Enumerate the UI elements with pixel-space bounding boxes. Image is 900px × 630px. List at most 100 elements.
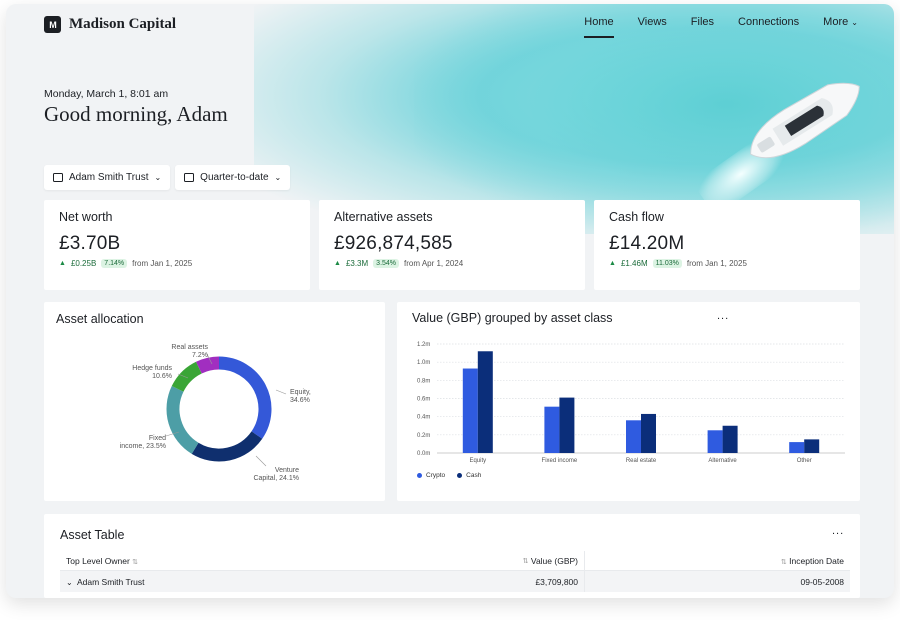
sort-icon: ⇅ xyxy=(132,558,139,566)
nav-views[interactable]: Views xyxy=(638,16,667,38)
x-tick-label: Alternative xyxy=(708,458,737,464)
briefcase-icon xyxy=(53,173,63,182)
x-tick-label: Equity xyxy=(469,458,486,464)
bar-crypto-fixed-income[interactable] xyxy=(544,406,560,453)
app-window: M Madison Capital Home Views Files Conne… xyxy=(6,4,894,598)
current-date: Monday, March 1, 8:01 am xyxy=(44,88,169,100)
bar-cash-equity[interactable] xyxy=(477,351,493,453)
legend-crypto[interactable]: Crypto xyxy=(417,472,445,479)
col-owner-header[interactable]: Top Level Owner ⇅ xyxy=(60,556,465,566)
arrow-up-icon: ▲ xyxy=(609,260,616,267)
label-venture-2: Capital, 24.1% xyxy=(253,475,299,482)
y-tick-label: 1.0m xyxy=(417,360,430,366)
brand-logo[interactable]: M Madison Capital xyxy=(44,16,176,33)
kpi-card-alternative-assets[interactable]: Alternative assets £926,874,585 ▲ £3.3M … xyxy=(319,200,585,290)
nav-more-label: More xyxy=(823,16,849,28)
period-dropdown-label: Quarter-to-date xyxy=(200,172,269,183)
chevron-down-icon: ⌄ xyxy=(851,18,858,27)
kpi-pct-badge: 7.14% xyxy=(101,259,128,268)
bar-cash-fixed-income[interactable] xyxy=(559,397,575,453)
arrow-up-icon: ▲ xyxy=(59,260,66,267)
label-equity-2: 34.6% xyxy=(290,397,310,404)
table-row[interactable]: ⌄ Adam Smith Trust £3,709,800 09-05-2008 xyxy=(60,571,850,592)
period-dropdown[interactable]: Quarter-to-date ⌄ xyxy=(175,165,291,190)
y-tick-label: 0.4m xyxy=(417,415,430,421)
value-chart-card: Value (GBP) grouped by asset class ... 0… xyxy=(397,302,860,501)
bar-crypto-other[interactable] xyxy=(789,442,805,453)
kpi-delta: ▲ £0.25B 7.14% from Jan 1, 2025 xyxy=(59,259,192,268)
donut-slice-real-assets[interactable] xyxy=(196,356,220,374)
y-tick-label: 0.8m xyxy=(417,378,430,384)
legend-crypto-label: Crypto xyxy=(426,472,446,479)
chevron-down-icon[interactable]: ⌄ xyxy=(66,578,73,587)
col-value-label: Value (GBP) xyxy=(530,555,578,566)
bar-crypto-equity[interactable] xyxy=(462,368,478,453)
col-value-header[interactable]: ⇅ Value (GBP) xyxy=(465,551,585,570)
calendar-icon xyxy=(184,173,195,182)
chevron-down-icon: ⌄ xyxy=(274,173,282,182)
col-date-header[interactable]: ⇅ Inception Date xyxy=(585,556,850,566)
chart-legend: Crypto Cash xyxy=(417,472,481,479)
bar-cash-other[interactable] xyxy=(804,439,820,453)
donut-slice-hedge-funds[interactable] xyxy=(171,361,203,393)
nav-files[interactable]: Files xyxy=(691,16,714,38)
kpi-delta: ▲ £3.3M 3.54% from Apr 1, 2024 xyxy=(334,259,463,268)
bar-cash-real-estate[interactable] xyxy=(641,413,656,453)
x-tick-label: Real estate xyxy=(626,458,657,464)
donut-slice-equity[interactable] xyxy=(218,356,272,439)
row-owner-cell: ⌄ Adam Smith Trust xyxy=(60,577,465,587)
asset-table-title: Asset Table xyxy=(60,528,125,542)
label-hedge-2: 10.6% xyxy=(152,373,172,380)
kpi-pct-badge: 11.03% xyxy=(652,259,682,268)
entity-dropdown-label: Adam Smith Trust xyxy=(69,172,149,183)
sort-icon: ⇅ xyxy=(522,557,529,565)
donut-slice-venture-capital[interactable] xyxy=(191,431,263,462)
y-tick-label: 1.2m xyxy=(417,342,430,348)
asset-table-more-button[interactable]: ... xyxy=(832,525,844,537)
brand-name: Madison Capital xyxy=(69,16,177,32)
kpi-card-cash-flow[interactable]: Cash flow £14.20M ▲ £1.46M 11.03% from J… xyxy=(594,200,860,290)
kpi-card-net-worth[interactable]: Net worth £3.70B ▲ £0.25B 7.14% from Jan… xyxy=(44,200,310,290)
row-date: 09-05-2008 xyxy=(800,576,844,587)
legend-cash-swatch xyxy=(457,473,463,478)
kpi-change: £1.46M xyxy=(620,259,648,268)
x-tick-label: Fixed income xyxy=(542,458,578,464)
brand-mark-icon: M xyxy=(44,16,61,33)
asset-table: Top Level Owner ⇅ ⇅ Value (GBP) ⇅ Incept… xyxy=(60,551,850,592)
filter-bar: Adam Smith Trust ⌄ Quarter-to-date ⌄ xyxy=(44,165,291,190)
col-date-label: Inception Date xyxy=(789,555,844,566)
kpi-delta: ▲ £1.46M 11.03% from Jan 1, 2025 xyxy=(609,259,747,268)
label-equity-1: Equity, xyxy=(290,389,311,396)
greeting-title: Good morning, Adam xyxy=(44,102,228,126)
row-owner: Adam Smith Trust xyxy=(76,576,145,587)
nav-home[interactable]: Home xyxy=(584,16,614,38)
donut-slice-fixed-income[interactable] xyxy=(166,386,199,454)
bar-crypto-alternative[interactable] xyxy=(707,430,723,453)
bar-cash-alternative[interactable] xyxy=(722,425,738,453)
top-nav: Home Views Files Connections More ⌄ xyxy=(584,16,858,38)
kpi-title: Net worth xyxy=(59,210,113,224)
bar-crypto-real-estate[interactable] xyxy=(626,420,641,453)
label-hedge-1: Hedge funds xyxy=(132,365,172,372)
label-real-2: 7.2% xyxy=(192,352,208,359)
table-header: Top Level Owner ⇅ ⇅ Value (GBP) ⇅ Incept… xyxy=(60,551,850,571)
nav-connections[interactable]: Connections xyxy=(738,16,799,38)
yacht-image xyxy=(750,82,860,159)
kpi-value: £3.70B xyxy=(59,233,121,254)
label-fixed-2: income, 23.5% xyxy=(120,443,166,450)
arrow-up-icon: ▲ xyxy=(334,260,341,267)
entity-dropdown[interactable]: Adam Smith Trust ⌄ xyxy=(44,165,171,190)
legend-cash[interactable]: Cash xyxy=(457,472,481,479)
y-tick-label: 0.2m xyxy=(417,433,430,439)
kpi-since: from Apr 1, 2024 xyxy=(404,259,464,268)
y-tick-label: 0.6m xyxy=(417,397,430,403)
asset-allocation-card: Asset allocation Equity, 34.6% Venture C… xyxy=(44,302,385,501)
kpi-title: Alternative assets xyxy=(334,210,433,224)
y-tick-label: 0.0m xyxy=(417,451,430,457)
x-tick-label: Other xyxy=(797,458,812,464)
nav-more[interactable]: More ⌄ xyxy=(823,16,858,38)
kpi-value: £926,874,585 xyxy=(334,233,453,254)
kpi-since: from Jan 1, 2025 xyxy=(686,259,747,268)
sort-icon: ⇅ xyxy=(780,558,787,566)
row-value: £3,709,800 xyxy=(465,571,585,592)
